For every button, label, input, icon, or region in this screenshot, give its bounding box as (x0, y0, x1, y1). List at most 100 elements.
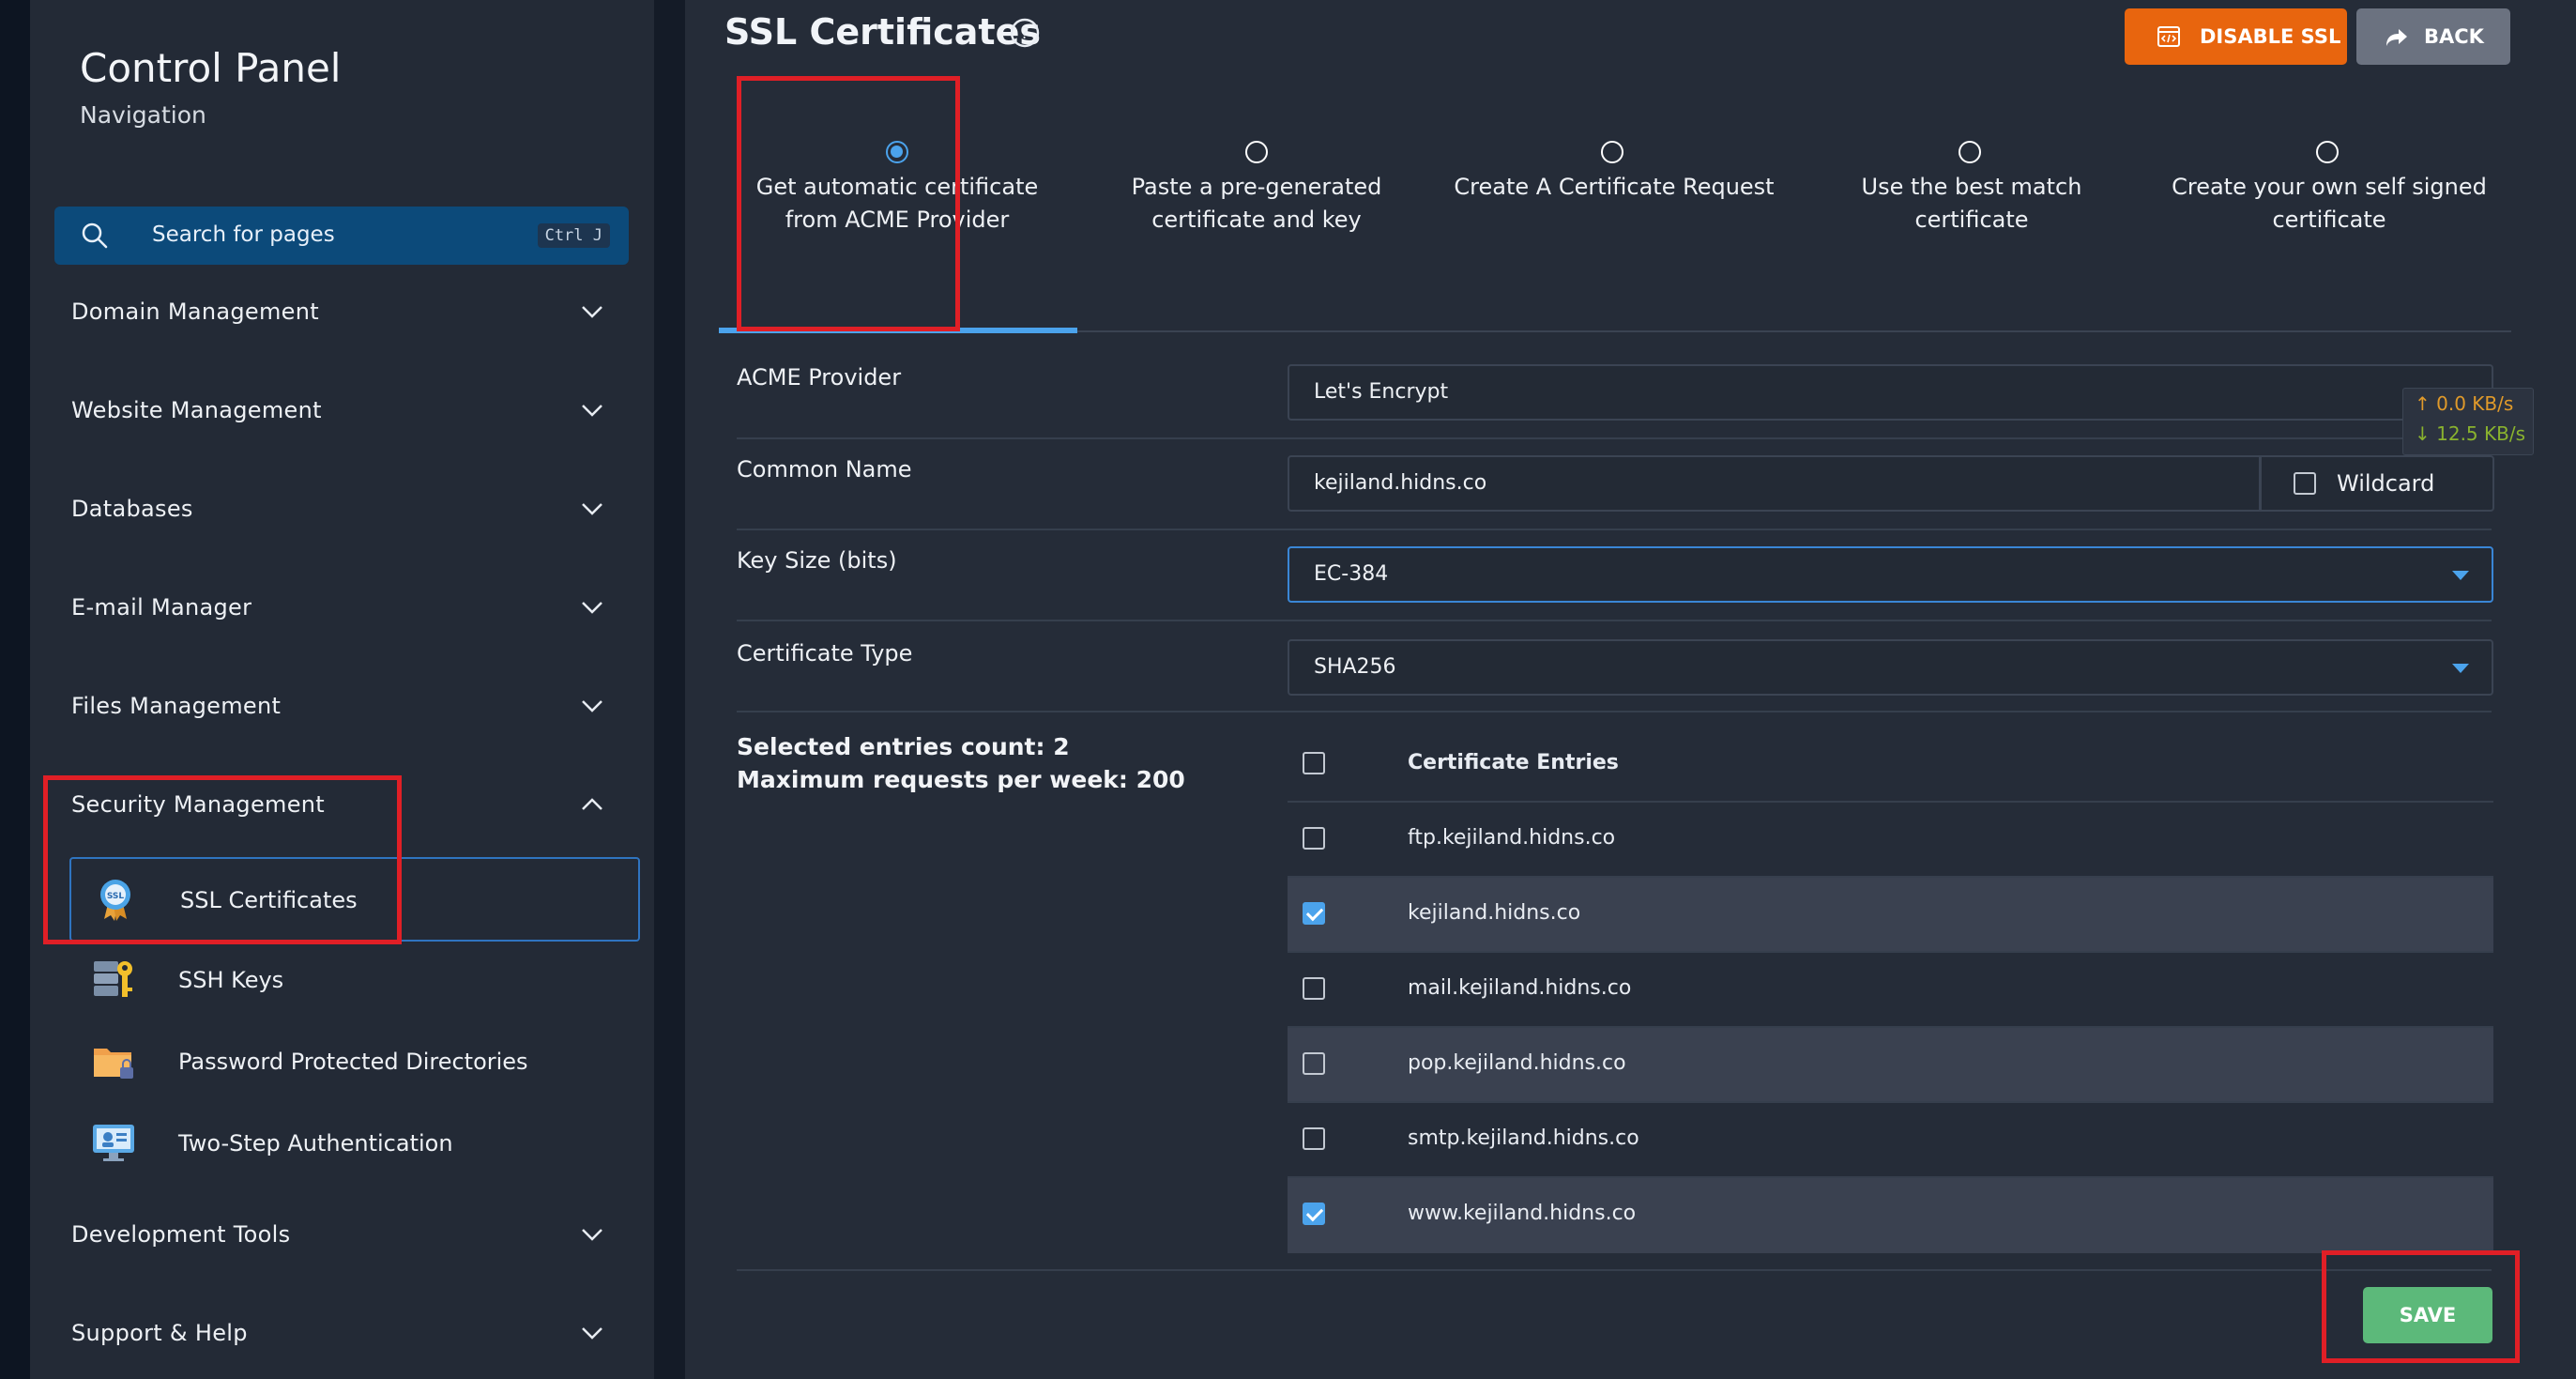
table-row: kejiland.hidns.co (1288, 878, 2493, 953)
sidebar-item-password-protected-directories[interactable]: Password Protected Directories (69, 1020, 640, 1105)
disable-ssl-button[interactable]: DISABLE SSL (2125, 8, 2347, 65)
highlight-box-acme-tab (737, 76, 960, 331)
back-button[interactable]: BACK (2356, 8, 2510, 65)
highlight-box-security (43, 775, 402, 944)
nav-label: Files Management (71, 693, 282, 719)
page-title: SSL Certificates (724, 11, 1041, 53)
nav-website-management[interactable]: Website Management (71, 384, 653, 440)
entry-checkbox[interactable] (1303, 827, 1325, 850)
common-name-row: Common Name kejiland.hidns.co Wildcard (737, 439, 2494, 530)
disable-ssl-label: DISABLE SSL (2200, 25, 2341, 48)
search-bar[interactable]: Search for pages Ctrl J (54, 207, 629, 265)
wildcard-checkbox[interactable] (2294, 472, 2316, 495)
tab-paste-certificate[interactable]: Paste a pre-generated certificate and ke… (1078, 94, 1435, 330)
key-size-value: EC-384 (1314, 562, 1389, 586)
table-row: pop.kejiland.hidns.co (1288, 1028, 2493, 1103)
caret-down-icon (2452, 571, 2469, 580)
ssh-key-icon (94, 961, 132, 997)
chevron-down-icon (582, 405, 602, 417)
chevron-down-icon (582, 503, 602, 515)
chevron-down-icon (582, 602, 602, 614)
key-size-row: Key Size (bits) EC-384 (737, 530, 2493, 621)
tab-self-signed[interactable]: Create your own self signed certificate (2151, 94, 2507, 330)
certificate-type-row: Certificate Type SHA256 (737, 621, 2493, 712)
wildcard-toggle[interactable]: Wildcard (2260, 455, 2494, 512)
chevron-down-icon (582, 1327, 602, 1340)
certificate-type-label: Certificate Type (737, 640, 913, 667)
tab-label: Use the best match certificate (1861, 174, 2082, 233)
nav-label: Databases (71, 496, 193, 522)
download-speed: ↓ 12.5 KB/s (2415, 422, 2525, 445)
tab-label: Create A Certificate Request (1454, 174, 1775, 200)
nav-development-tools[interactable]: Development Tools (71, 1208, 653, 1264)
search-input[interactable]: Search for pages (152, 222, 335, 247)
nav-domain-management[interactable]: Domain Management (71, 285, 653, 342)
column-header: Certificate Entries (1408, 751, 1619, 774)
share-arrow-icon (2386, 29, 2407, 46)
entry-name: www.kejiland.hidns.co (1408, 1202, 1637, 1225)
entry-checkbox[interactable] (1303, 1052, 1325, 1075)
back-label: BACK (2424, 25, 2484, 48)
sidebar-item-two-step-authentication[interactable]: Two-Step Authentication (69, 1102, 640, 1187)
radio-unselected[interactable] (1245, 141, 1268, 163)
entry-name: ftp.kejiland.hidns.co (1408, 826, 1616, 850)
table-row: smtp.kejiland.hidns.co (1288, 1103, 2493, 1178)
entry-checkbox[interactable] (1303, 977, 1325, 1000)
tab-best-match[interactable]: Use the best match certificate (1793, 94, 2150, 330)
entry-name: kejiland.hidns.co (1408, 901, 1581, 925)
sidebar: Control Panel Navigation Search for page… (30, 0, 654, 1379)
wildcard-label: Wildcard (2337, 470, 2435, 497)
entry-checkbox[interactable] (1303, 1127, 1325, 1150)
chevron-down-icon (582, 700, 602, 712)
caret-down-icon (2452, 664, 2469, 673)
nav-label: E-mail Manager (71, 594, 252, 621)
acme-provider-select[interactable]: Let's Encrypt (1288, 364, 2493, 421)
entry-name: pop.kejiland.hidns.co (1408, 1051, 1626, 1075)
certificate-type-select[interactable]: SHA256 (1288, 639, 2493, 696)
common-name-label: Common Name (737, 456, 912, 483)
sidebar-subtitle: Navigation (80, 101, 206, 129)
code-window-icon (2157, 26, 2180, 47)
entry-name: smtp.kejiland.hidns.co (1408, 1126, 1639, 1150)
svg-text:?: ? (1020, 24, 1029, 43)
nav-label: Domain Management (71, 299, 319, 325)
entries-summary: Selected entries count: 2 Maximum reques… (737, 730, 1185, 796)
nav-label: Support & Help (71, 1320, 248, 1346)
radio-unselected[interactable] (2316, 141, 2339, 163)
form-footer-divider (737, 1269, 2492, 1271)
sidebar-title: Control Panel (80, 45, 342, 91)
tab-label: Paste a pre-generated certificate and ke… (1131, 174, 1382, 233)
entry-name: mail.kejiland.hidns.co (1408, 976, 1632, 1000)
radio-unselected[interactable] (1959, 141, 1981, 163)
select-all-checkbox[interactable] (1303, 752, 1325, 774)
nav-files-management[interactable]: Files Management (71, 680, 653, 736)
entry-checkbox-checked[interactable] (1303, 1203, 1325, 1225)
tab-certificate-request[interactable]: Create A Certificate Request (1436, 94, 1792, 330)
nav-email-manager[interactable]: E-mail Manager (71, 581, 653, 637)
tab-label: Create your own self signed certificate (2172, 174, 2487, 233)
radio-unselected[interactable] (1601, 141, 1623, 163)
two-step-auth-icon (93, 1125, 134, 1161)
certificate-type-value: SHA256 (1314, 655, 1396, 679)
help-icon[interactable]: ? (1009, 17, 1041, 49)
window-edge (0, 0, 30, 1379)
certificate-method-tabs: Get automatic certificate from ACME Prov… (719, 94, 2511, 333)
locked-folder-icon (94, 1049, 133, 1079)
key-size-select[interactable]: EC-384 (1288, 546, 2493, 603)
sidebar-item-ssh-keys[interactable]: SSH Keys (69, 939, 640, 1023)
highlight-box-save (2322, 1250, 2520, 1363)
search-shortcut-badge: Ctrl J (537, 223, 610, 248)
nav-databases[interactable]: Databases (71, 483, 653, 539)
nav-support-help[interactable]: Support & Help (71, 1307, 653, 1363)
table-header-row: Certificate Entries (1288, 728, 2493, 803)
network-speed-widget: ↑ 0.0 KB/s ↓ 12.5 KB/s (2402, 388, 2534, 455)
selected-count: Selected entries count: 2 (737, 733, 1070, 760)
table-row: www.kejiland.hidns.co (1288, 1178, 2493, 1253)
entry-checkbox-checked[interactable] (1303, 902, 1325, 925)
max-requests: Maximum requests per week: 200 (737, 766, 1185, 793)
common-name-input[interactable]: kejiland.hidns.co (1288, 455, 2261, 512)
sidebar-item-label: SSH Keys (178, 967, 284, 993)
key-size-label: Key Size (bits) (737, 547, 897, 574)
acme-provider-label: ACME Provider (737, 364, 902, 391)
acme-provider-row: ACME Provider Let's Encrypt (737, 347, 2493, 439)
